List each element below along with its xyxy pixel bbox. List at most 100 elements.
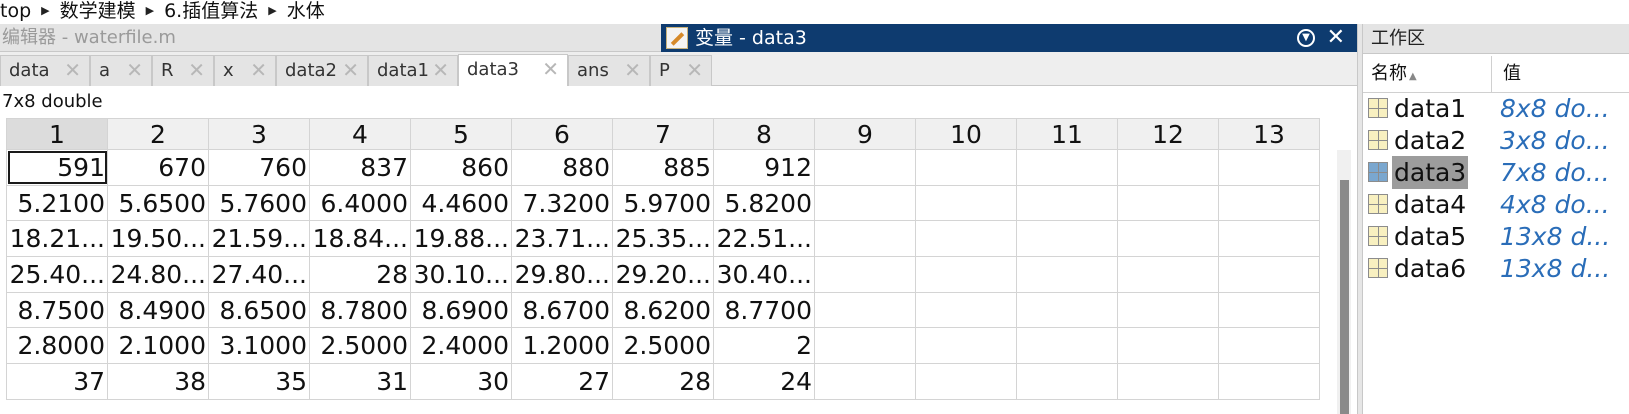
grid-cell[interactable]: 8.7800 bbox=[309, 291, 411, 329]
grid-cell[interactable]: 2.5000 bbox=[309, 327, 411, 365]
grid-cell[interactable]: 27 bbox=[511, 363, 613, 400]
close-icon[interactable]: ✕ bbox=[542, 55, 559, 84]
column-header[interactable]: 9 bbox=[814, 118, 916, 150]
grid-cell[interactable]: 24 bbox=[713, 363, 815, 400]
grid-cell-empty[interactable] bbox=[1016, 184, 1118, 222]
column-header[interactable]: 6 bbox=[511, 118, 613, 150]
grid-cell-empty[interactable] bbox=[814, 256, 916, 293]
grid-cell[interactable]: 6.4000 bbox=[309, 184, 411, 222]
workspace-col-value[interactable]: 值 bbox=[1503, 56, 1521, 92]
column-header[interactable]: 2 bbox=[107, 118, 209, 150]
grid-cell[interactable]: 7.3200 bbox=[511, 184, 613, 222]
grid-cell-empty[interactable] bbox=[1117, 220, 1219, 258]
breadcrumb-item[interactable]: top bbox=[0, 0, 33, 22]
column-header[interactable]: 1 bbox=[6, 118, 108, 150]
grid-cell[interactable]: 860 bbox=[410, 149, 512, 186]
grid-cell[interactable]: 35 bbox=[208, 363, 310, 400]
workspace-col-name[interactable]: 名称 ▲ bbox=[1371, 56, 1417, 95]
grid-cell-empty[interactable] bbox=[814, 327, 916, 365]
grid-cell-empty[interactable] bbox=[1218, 184, 1320, 222]
grid-cell-empty[interactable] bbox=[814, 363, 916, 400]
grid-cell[interactable]: 4.4600 bbox=[410, 184, 512, 222]
grid-cell[interactable]: 21.59... bbox=[208, 220, 310, 258]
grid-cell[interactable]: 22.51... bbox=[713, 220, 815, 258]
grid-cell[interactable]: 885 bbox=[612, 149, 714, 186]
grid-cell[interactable]: 5.2100 bbox=[6, 184, 108, 222]
workspace-item-data1[interactable]: data1 8x8 do... bbox=[1363, 92, 1629, 125]
close-icon[interactable]: ✕ bbox=[686, 56, 703, 85]
grid-cell[interactable]: 8.7700 bbox=[713, 291, 815, 329]
grid-cell[interactable]: 8.7500 bbox=[6, 291, 108, 329]
editor-title[interactable]: 编辑器 - waterfile.m bbox=[0, 24, 661, 52]
grid-cell[interactable]: 30.40... bbox=[713, 256, 815, 293]
breadcrumb-item[interactable]: 水体 bbox=[287, 0, 327, 22]
grid-cell-empty[interactable] bbox=[1117, 184, 1219, 222]
workspace-item-data2[interactable]: data2 3x8 do... bbox=[1363, 124, 1629, 157]
tab-ans[interactable]: ans ✕ bbox=[568, 55, 650, 86]
variable-editor-titlebar[interactable]: 变量 - data3 ▼ ✕ bbox=[661, 24, 1357, 52]
grid-cell-empty[interactable] bbox=[814, 149, 916, 186]
workspace-item-data5[interactable]: data5 13x8 d... bbox=[1363, 220, 1629, 253]
grid-cell-empty[interactable] bbox=[1016, 327, 1118, 365]
grid-cell[interactable]: 8.6700 bbox=[511, 291, 613, 329]
grid-cell[interactable]: 760 bbox=[208, 149, 310, 186]
grid-cell-empty[interactable] bbox=[1218, 220, 1320, 258]
tab-R[interactable]: R ✕ bbox=[152, 55, 214, 86]
grid-cell[interactable]: 24.80... bbox=[107, 256, 209, 293]
grid-cell-empty[interactable] bbox=[1016, 149, 1118, 186]
grid-cell[interactable]: 5.9700 bbox=[612, 184, 714, 222]
grid-cell[interactable]: 27.40... bbox=[208, 256, 310, 293]
grid-cell[interactable]: 19.88... bbox=[410, 220, 512, 258]
grid-cell-empty[interactable] bbox=[1117, 149, 1219, 186]
grid-cell[interactable]: 591 bbox=[6, 149, 108, 186]
grid-cell-empty[interactable] bbox=[814, 291, 916, 329]
grid-cell-empty[interactable] bbox=[915, 256, 1017, 293]
grid-cell-empty[interactable] bbox=[1218, 363, 1320, 400]
column-divider[interactable] bbox=[1491, 56, 1492, 92]
grid-cell-empty[interactable] bbox=[915, 327, 1017, 365]
grid-cell[interactable]: 30 bbox=[410, 363, 512, 400]
breadcrumb-separator-icon[interactable]: ▶ bbox=[41, 0, 49, 22]
close-icon[interactable]: ✕ bbox=[1327, 24, 1345, 52]
vertical-scrollbar[interactable] bbox=[1337, 150, 1351, 414]
grid-cell[interactable]: 8.6500 bbox=[208, 291, 310, 329]
grid-cell[interactable]: 5.7600 bbox=[208, 184, 310, 222]
grid-cell[interactable]: 29.80... bbox=[511, 256, 613, 293]
grid-cell[interactable]: 880 bbox=[511, 149, 613, 186]
grid-cell[interactable]: 23.71... bbox=[511, 220, 613, 258]
workspace-item-data4[interactable]: data4 4x8 do... bbox=[1363, 188, 1629, 221]
grid-cell[interactable]: 2 bbox=[713, 327, 815, 365]
close-icon[interactable]: ✕ bbox=[126, 56, 143, 85]
grid-cell-empty[interactable] bbox=[1117, 256, 1219, 293]
grid-cell[interactable]: 8.6900 bbox=[410, 291, 512, 329]
grid-cell-empty[interactable] bbox=[1016, 220, 1118, 258]
column-header[interactable]: 8 bbox=[713, 118, 815, 150]
close-icon[interactable]: ✕ bbox=[188, 56, 205, 85]
grid-cell[interactable]: 28 bbox=[309, 256, 411, 293]
grid-cell-empty[interactable] bbox=[915, 184, 1017, 222]
column-header[interactable]: 4 bbox=[309, 118, 411, 150]
tab-data1[interactable]: data1 ✕ bbox=[368, 55, 458, 86]
grid-cell[interactable]: 5.6500 bbox=[107, 184, 209, 222]
grid-cell[interactable]: 670 bbox=[107, 149, 209, 186]
grid-cell-empty[interactable] bbox=[1117, 291, 1219, 329]
grid-cell[interactable]: 18.84... bbox=[309, 220, 411, 258]
grid-cell-empty[interactable] bbox=[915, 363, 1017, 400]
grid-cell[interactable]: 25.35... bbox=[612, 220, 714, 258]
grid-cell[interactable]: 28 bbox=[612, 363, 714, 400]
grid-cell[interactable]: 2.4000 bbox=[410, 327, 512, 365]
column-header[interactable]: 3 bbox=[208, 118, 310, 150]
tab-data2[interactable]: data2 ✕ bbox=[276, 55, 368, 86]
breadcrumb-separator-icon[interactable]: ▶ bbox=[146, 0, 154, 22]
column-header[interactable]: 11 bbox=[1016, 118, 1118, 150]
tab-P[interactable]: P ✕ bbox=[650, 55, 712, 86]
close-icon[interactable]: ✕ bbox=[250, 56, 267, 85]
grid-cell-empty[interactable] bbox=[915, 149, 1017, 186]
dropdown-circle-icon[interactable]: ▼ bbox=[1297, 29, 1315, 47]
grid-cell[interactable]: 5.8200 bbox=[713, 184, 815, 222]
column-header[interactable]: 12 bbox=[1117, 118, 1219, 150]
tab-a[interactable]: a ✕ bbox=[90, 55, 152, 86]
grid-cell-empty[interactable] bbox=[1218, 256, 1320, 293]
grid-cell[interactable]: 38 bbox=[107, 363, 209, 400]
workspace-item-data6[interactable]: data6 13x8 d... bbox=[1363, 252, 1629, 285]
